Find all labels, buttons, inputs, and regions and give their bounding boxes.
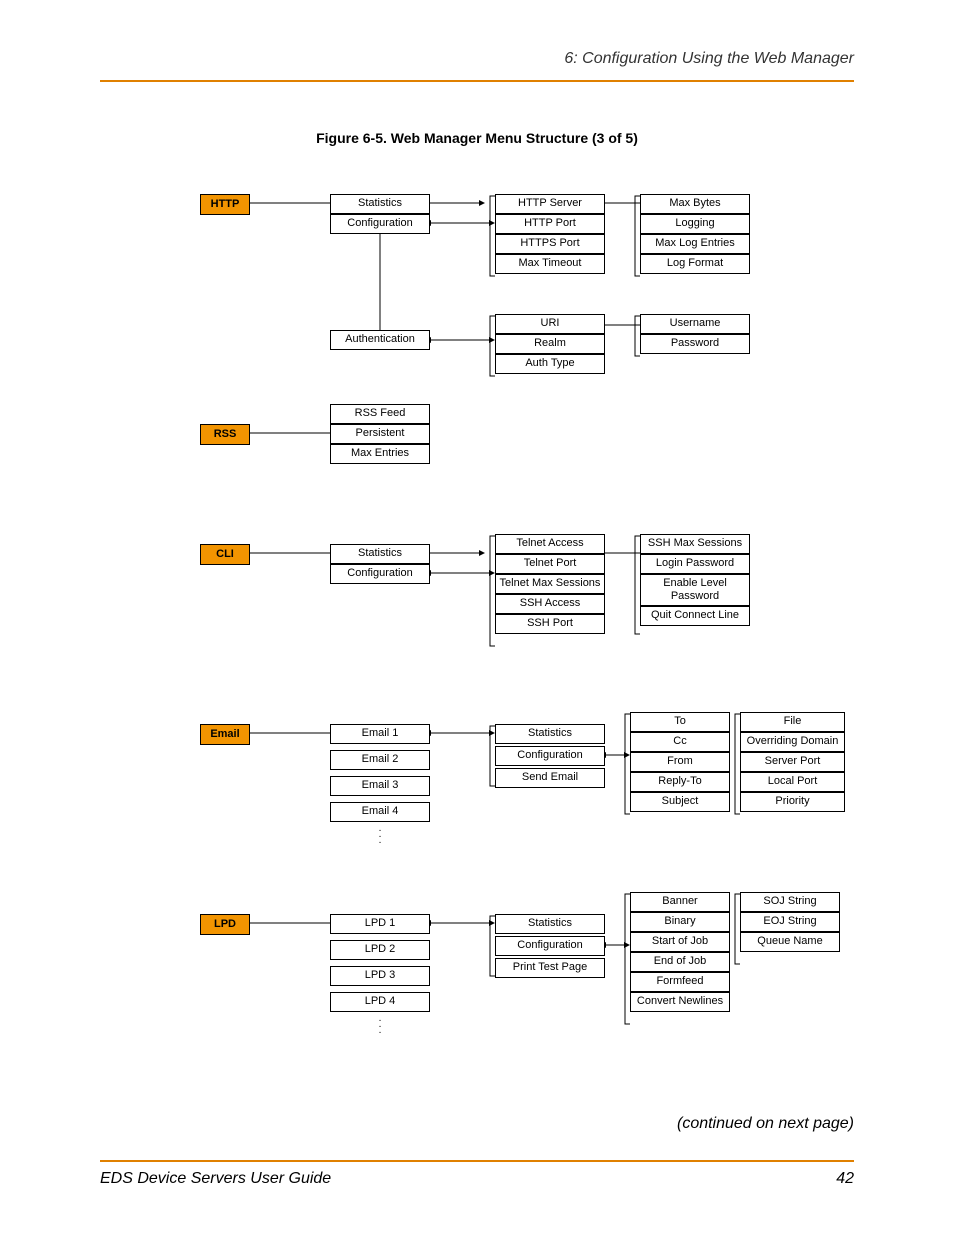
email-statistics: Statistics <box>495 724 605 744</box>
email-server-port: Server Port <box>740 752 845 772</box>
uri: URI <box>495 314 605 334</box>
email-4: Email 4 <box>330 802 430 822</box>
figure-title: Figure 6-5. Web Manager Menu Structure (… <box>100 130 854 146</box>
email-2: Email 2 <box>330 750 430 770</box>
lpd-4: LPD 4 <box>330 992 430 1012</box>
lpd-print-test: Print Test Page <box>495 958 605 978</box>
cli-configuration: Configuration <box>330 564 430 584</box>
lpd-formfeed: Formfeed <box>630 972 730 992</box>
email-send: Send Email <box>495 768 605 788</box>
lpd-end-of-job: End of Job <box>630 952 730 972</box>
login-password: Login Password <box>640 554 750 574</box>
bottom-rule <box>100 1160 854 1162</box>
lpd-banner: Banner <box>630 892 730 912</box>
email-root: Email <box>200 724 250 745</box>
http-server: HTTP Server <box>495 194 605 214</box>
lpd-queue-name: Queue Name <box>740 932 840 952</box>
continued-text: (continued on next page) <box>677 1115 854 1133</box>
lpd-ellipsis: ... <box>375 1016 385 1034</box>
lpd-soj-string: SOJ String <box>740 892 840 912</box>
rss-root: RSS <box>200 424 250 445</box>
telnet-access: Telnet Access <box>495 534 605 554</box>
password: Password <box>640 334 750 354</box>
page-number: 42 <box>836 1170 854 1188</box>
email-file: File <box>740 712 845 732</box>
log-format: Log Format <box>640 254 750 274</box>
cli-root: CLI <box>200 544 250 565</box>
email-priority: Priority <box>740 792 845 812</box>
email-local-port: Local Port <box>740 772 845 792</box>
ssh-access: SSH Access <box>495 594 605 614</box>
http-statistics: Statistics <box>330 194 430 214</box>
enable-level-password: Enable Level Password <box>640 574 750 606</box>
max-log-entries: Max Log Entries <box>640 234 750 254</box>
lpd-3: LPD 3 <box>330 966 430 986</box>
lpd-statistics: Statistics <box>495 914 605 934</box>
email-ellipsis: ... <box>375 826 385 844</box>
lpd-2: LPD 2 <box>330 940 430 960</box>
telnet-max-sessions: Telnet Max Sessions <box>495 574 605 594</box>
ssh-port: SSH Port <box>495 614 605 634</box>
max-timeout: Max Timeout <box>495 254 605 274</box>
lpd-1: LPD 1 <box>330 914 430 934</box>
email-to: To <box>630 712 730 732</box>
top-rule <box>100 80 854 82</box>
cli-statistics: Statistics <box>330 544 430 564</box>
rss-persistent: Persistent <box>330 424 430 444</box>
ssh-max-sessions: SSH Max Sessions <box>640 534 750 554</box>
auth-type: Auth Type <box>495 354 605 374</box>
lpd-start-of-job: Start of Job <box>630 932 730 952</box>
max-bytes: Max Bytes <box>640 194 750 214</box>
chapter-header: 6: Configuration Using the Web Manager <box>100 50 854 68</box>
http-port: HTTP Port <box>495 214 605 234</box>
email-1: Email 1 <box>330 724 430 744</box>
rss-max-entries: Max Entries <box>330 444 430 464</box>
http-configuration: Configuration <box>330 214 430 234</box>
quit-connect-line: Quit Connect Line <box>640 606 750 626</box>
footer-title: EDS Device Servers User Guide <box>100 1170 331 1188</box>
email-overriding-domain: Overriding Domain <box>740 732 845 752</box>
email-3: Email 3 <box>330 776 430 796</box>
email-replyto: Reply-To <box>630 772 730 792</box>
http-root: HTTP <box>200 194 250 215</box>
email-subject: Subject <box>630 792 730 812</box>
email-from: From <box>630 752 730 772</box>
rss-feed: RSS Feed <box>330 404 430 424</box>
email-cc: Cc <box>630 732 730 752</box>
lpd-binary: Binary <box>630 912 730 932</box>
lpd-eoj-string: EOJ String <box>740 912 840 932</box>
lpd-convert-newlines: Convert Newlines <box>630 992 730 1012</box>
http-authentication: Authentication <box>330 330 430 350</box>
menu-structure-diagram: HTTP Statistics Configuration HTTP Serve… <box>200 190 850 1060</box>
username: Username <box>640 314 750 334</box>
email-configuration: Configuration <box>495 746 605 766</box>
https-port: HTTPS Port <box>495 234 605 254</box>
lpd-configuration: Configuration <box>495 936 605 956</box>
logging: Logging <box>640 214 750 234</box>
realm: Realm <box>495 334 605 354</box>
telnet-port: Telnet Port <box>495 554 605 574</box>
lpd-root: LPD <box>200 914 250 935</box>
